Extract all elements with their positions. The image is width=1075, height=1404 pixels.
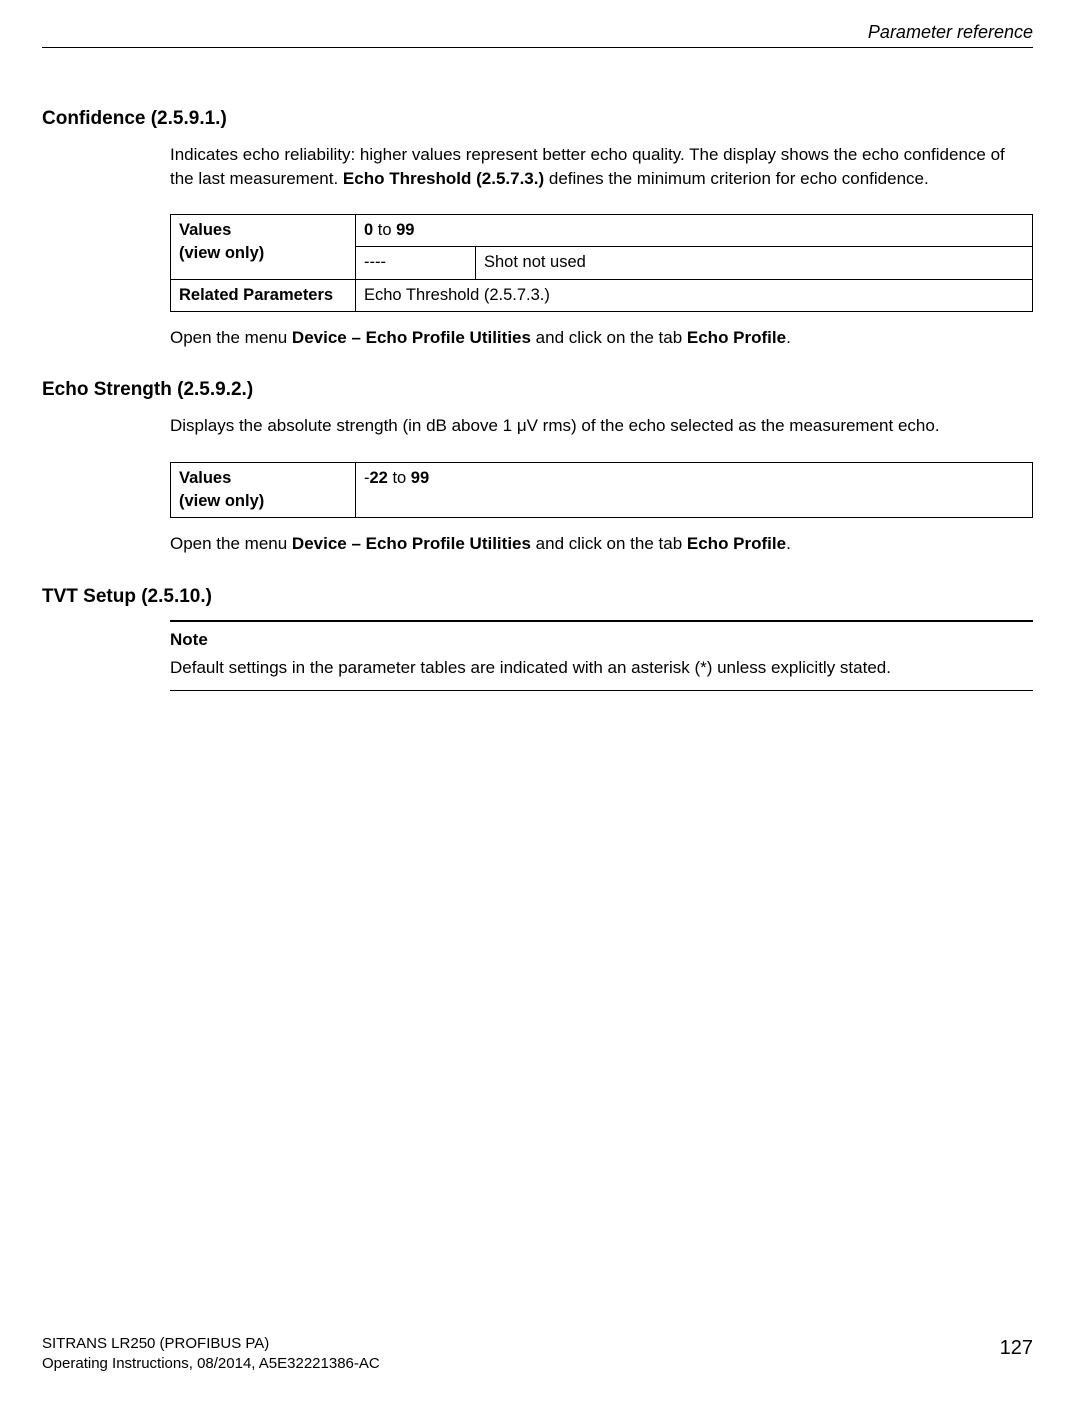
- note-box: Note Default settings in the parameter t…: [170, 620, 1033, 691]
- heading-tvt-setup: TVT Setup (2.5.10.): [42, 584, 1033, 611]
- heading-confidence: Confidence (2.5.9.1.): [42, 106, 1033, 133]
- content-echo-strength: Displays the absolute strength (in dB ab…: [170, 414, 1033, 556]
- cell-related-value: Echo Threshold (2.5.7.3.): [356, 279, 1033, 311]
- page-number: 127: [1000, 1334, 1033, 1362]
- note-body: Default settings in the parameter tables…: [170, 656, 1033, 680]
- cell-values-range: 0 to 99: [356, 215, 1033, 247]
- note-title: Note: [170, 628, 1033, 652]
- desc-echo-strength: Displays the absolute strength (in dB ab…: [170, 414, 1033, 438]
- content-tvt-setup: Note Default settings in the parameter t…: [170, 620, 1033, 691]
- cell-related-label: Related Parameters: [171, 279, 356, 311]
- cell-values-label-2: Values (view only): [171, 462, 356, 517]
- cell-dash: ----: [356, 247, 476, 279]
- table-confidence: Values (view only) 0 to 99 ---- Shot not…: [170, 214, 1033, 311]
- heading-echo-strength: Echo Strength (2.5.9.2.): [42, 377, 1033, 404]
- instr-confidence: Open the menu Device – Echo Profile Util…: [170, 326, 1033, 350]
- instr-echo-strength: Open the menu Device – Echo Profile Util…: [170, 532, 1033, 556]
- footer-left: SITRANS LR250 (PROFIBUS PA) Operating In…: [42, 1334, 380, 1375]
- cell-values-label: Values (view only): [171, 215, 356, 279]
- cell-values-range-2: -22 to 99: [356, 462, 1033, 517]
- header-section-title: Parameter reference: [868, 22, 1033, 42]
- page-footer: SITRANS LR250 (PROFIBUS PA) Operating In…: [42, 1334, 1033, 1375]
- desc-confidence: Indicates echo reliability: higher value…: [170, 143, 1033, 191]
- page-header: Parameter reference: [42, 20, 1033, 48]
- cell-shot-not-used: Shot not used: [476, 247, 1033, 279]
- table-echo-strength: Values (view only) -22 to 99: [170, 462, 1033, 518]
- content-confidence: Indicates echo reliability: higher value…: [170, 143, 1033, 350]
